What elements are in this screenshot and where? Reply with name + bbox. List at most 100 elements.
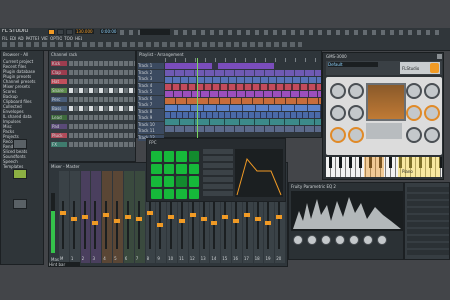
play-button[interactable] [48,29,55,35]
playlist-track-label[interactable]: Track 4 [138,82,164,89]
drum-pad[interactable] [176,151,187,162]
drum-pad[interactable] [163,188,174,199]
knob[interactable] [424,105,440,121]
clip-region[interactable] [165,77,321,83]
fader-handle[interactable] [265,221,272,225]
plugin-thumb-2[interactable] [13,169,27,179]
eq-knob[interactable] [377,235,387,245]
eq-knob[interactable] [335,235,345,245]
channel-row[interactable]: FX [51,140,135,149]
playlist-track-label[interactable]: Track 8 [138,108,164,115]
fader-handle[interactable] [135,217,142,221]
fader-track[interactable] [105,201,108,249]
eq-knob[interactable] [349,235,359,245]
fader-track[interactable] [116,201,119,249]
mixer-strip[interactable]: 4 [102,171,113,263]
clip-region[interactable] [165,105,321,111]
fader-handle[interactable] [243,213,250,217]
eq-knob[interactable] [307,235,317,245]
knob[interactable] [406,83,422,99]
fader-handle[interactable] [146,211,153,215]
drum-pad[interactable] [151,176,162,187]
stop-button[interactable] [57,29,64,35]
playlist-track-label[interactable]: Track 5 [138,89,164,95]
clip-region[interactable] [165,84,321,90]
clip-region[interactable] [165,98,321,104]
fader-track[interactable] [62,201,64,249]
clip-region[interactable] [165,70,321,76]
fader-handle[interactable] [189,213,196,217]
fader-handle[interactable] [114,219,121,223]
menu-patterns[interactable]: PATTERNS [26,36,40,41]
channel-row[interactable]: Kick [51,59,135,68]
channel-row[interactable]: Perc [51,95,135,104]
fader-track[interactable] [72,201,75,249]
step-row[interactable] [69,97,135,102]
mixer-strip[interactable]: 5 [113,171,123,263]
playhead[interactable] [197,58,198,138]
drum-pad[interactable] [151,163,162,174]
playlist-track-label[interactable]: Track 11 [138,128,164,134]
step-row[interactable] [69,106,135,111]
fader-handle[interactable] [157,223,164,227]
menu-help[interactable]: HELP [75,36,82,41]
fader-track[interactable] [256,201,259,249]
fader-track[interactable] [170,201,173,249]
playlist-track-label[interactable]: Track 9 [138,115,164,121]
step-row[interactable] [69,124,135,129]
fader-handle[interactable] [168,215,175,219]
fader-handle[interactable] [70,217,77,221]
menu-edit[interactable]: EDIT [10,36,16,41]
channel-row[interactable]: Snare [51,86,135,95]
preset-name[interactable]: Default [328,62,378,67]
fader-handle[interactable] [200,217,207,221]
drum-pad[interactable] [188,188,199,199]
plugin-thumb-3[interactable] [13,199,27,209]
eq-knob[interactable] [321,235,331,245]
fader-track[interactable] [235,201,237,249]
step-row[interactable] [69,88,135,93]
menu-view[interactable]: VIEW [41,36,48,41]
fader-track[interactable] [278,201,281,249]
drum-pad[interactable] [163,176,174,187]
fader-track[interactable] [245,201,248,249]
fader-handle[interactable] [222,215,229,219]
piano-keyboard[interactable]: Piano [326,157,442,177]
channel-row[interactable]: Pluck [51,131,135,140]
clip-region[interactable] [165,63,321,69]
channel-row[interactable]: Hat [51,77,135,86]
knob[interactable] [406,105,422,121]
menu-tools[interactable]: TOOLS [64,36,73,41]
drum-pad[interactable] [151,188,162,199]
fader-track[interactable] [224,201,227,249]
fader-track[interactable] [191,201,194,249]
clip-region[interactable] [165,119,321,125]
mixer-strip[interactable]: 1 [69,171,80,263]
step-row[interactable] [69,115,135,120]
step-row[interactable] [69,142,135,147]
eq-knob[interactable] [293,235,303,245]
knob[interactable] [348,127,364,143]
step-row[interactable] [69,61,135,66]
fader-handle[interactable] [81,215,88,219]
fader-track[interactable] [83,201,86,249]
step-row[interactable] [69,70,135,75]
knob[interactable] [406,127,422,143]
channel-row[interactable]: Lead [51,113,135,122]
menu-add[interactable]: ADD [18,36,24,41]
menu-file[interactable]: FILE [2,36,8,41]
mixer-strip[interactable]: 6 [123,171,134,263]
playlist-track-label[interactable]: Track 7 [138,102,164,108]
fader-handle[interactable] [103,213,110,217]
fader-handle[interactable] [276,215,283,219]
clip-region[interactable] [165,91,321,97]
plugin-thumb-1[interactable] [13,139,27,149]
drum-pad[interactable] [188,176,199,187]
fader-handle[interactable] [233,219,239,223]
channel-row[interactable]: Clap [51,68,135,77]
drum-pad[interactable] [188,151,199,162]
record-button[interactable] [66,29,73,35]
drum-pad[interactable] [176,188,187,199]
fader-handle[interactable] [60,211,66,215]
playlist-track-label[interactable]: Track 6 [138,95,164,102]
